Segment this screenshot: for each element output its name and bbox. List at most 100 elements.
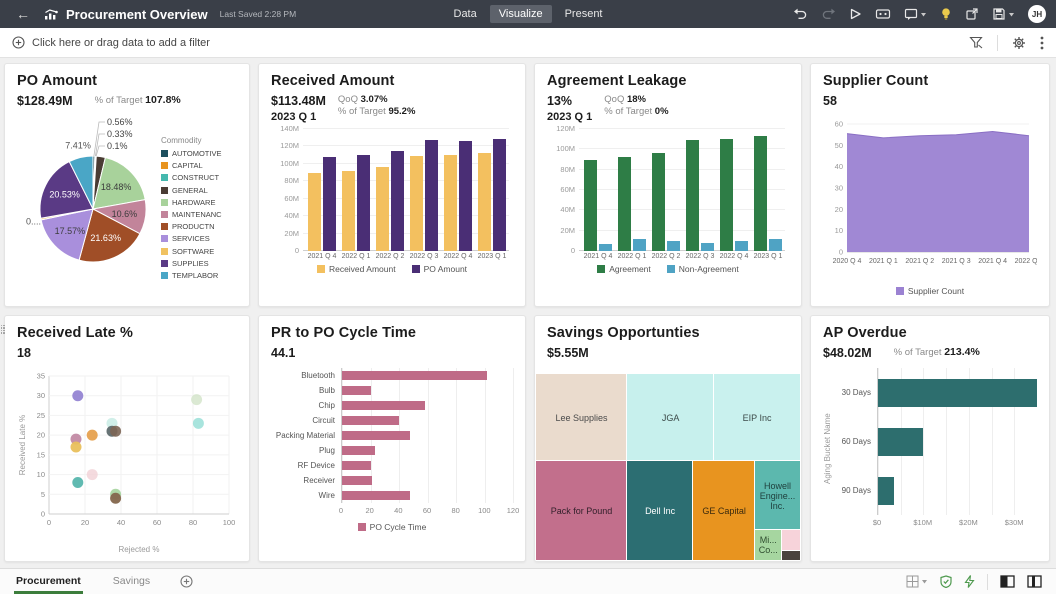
y-axis-labels: BluetoothBulbChipCircuitPacking Material… (271, 368, 341, 518)
bar-packing-material[interactable] (342, 431, 410, 440)
bar-received-amount[interactable] (478, 153, 491, 251)
right-panel-toggle-icon[interactable] (1027, 575, 1042, 588)
filter-icon[interactable] (969, 36, 983, 49)
optimize-icon[interactable] (964, 575, 975, 588)
bar-receiver[interactable] (342, 476, 372, 485)
bar-non-agreement[interactable] (735, 241, 748, 251)
bar-agreement[interactable] (686, 140, 699, 251)
treemap-tile[interactable] (782, 551, 800, 560)
bar-rf-device[interactable] (342, 461, 371, 470)
treemap-tile-eip-inc[interactable]: EIP Inc (714, 374, 800, 461)
bar-agreement[interactable] (584, 160, 597, 252)
bar-received-amount[interactable] (376, 167, 389, 251)
page-tab-procurement[interactable]: Procurement (14, 570, 83, 594)
treemap-tile-mi-co[interactable]: Mi... Co... (755, 530, 781, 560)
treemap-tile-dell-inc[interactable]: Dell Inc (627, 461, 693, 560)
bar-received-amount[interactable] (410, 156, 423, 251)
bar-30-days[interactable] (878, 379, 1037, 407)
bar-90-days[interactable] (878, 477, 894, 505)
avatar[interactable]: JH (1028, 5, 1046, 23)
scatter-point[interactable] (72, 477, 83, 488)
bar-non-agreement[interactable] (769, 239, 782, 251)
bar-non-agreement[interactable] (667, 241, 680, 251)
bar-non-agreement[interactable] (701, 243, 714, 251)
scatter-point[interactable] (193, 418, 204, 429)
area-series[interactable] (847, 132, 1029, 253)
treemap-tile-jga[interactable]: JGA (627, 374, 714, 461)
bar-chip[interactable] (342, 401, 425, 410)
redo-icon[interactable] (821, 7, 836, 21)
bar-po-amount[interactable] (391, 151, 404, 251)
bar-po-amount[interactable] (357, 155, 370, 251)
bar-agreement[interactable] (720, 139, 733, 251)
bar-agreement[interactable] (754, 136, 767, 251)
left-panel-toggle-icon[interactable] (1000, 575, 1015, 588)
card-received-late[interactable]: Received Late % 18 020406080100051015202… (4, 315, 250, 562)
device-preview-icon[interactable] (940, 575, 952, 588)
bar-plug[interactable] (342, 446, 375, 455)
grid-options-icon[interactable] (906, 575, 928, 588)
mode-tab-present[interactable]: Present (556, 5, 612, 23)
card-ap-overdue[interactable]: AP Overdue $48.02M % of Target 213.4% Ag… (810, 315, 1050, 562)
mode-tab-visualize[interactable]: Visualize (490, 5, 552, 23)
open-in-new-icon[interactable] (965, 7, 979, 21)
svg-text:15: 15 (37, 450, 45, 459)
treemap-tile-howell-engine-inc[interactable]: Howell Engine... Inc. (755, 461, 800, 530)
card-savings[interactable]: Savings Opportunties $5.55M Lee Supplies… (534, 315, 802, 562)
bar-received-amount[interactable] (444, 155, 457, 251)
bar-60-days[interactable] (878, 428, 923, 456)
treemap-tile-ge-capital[interactable]: GE Capital (693, 461, 755, 560)
treemap-tile[interactable] (782, 530, 800, 550)
card-supplier-count[interactable]: Supplier Count 58 01020304050602020 Q 42… (810, 63, 1050, 307)
add-page-icon[interactable] (180, 575, 193, 588)
scatter-point[interactable] (87, 430, 98, 441)
scatter-point[interactable] (110, 493, 121, 504)
card-cycle-time[interactable]: PR to PO Cycle Time 44.1 BluetoothBulbCh… (258, 315, 526, 562)
mode-tab-data[interactable]: Data (445, 5, 486, 23)
back-button[interactable]: ← (10, 6, 36, 22)
scatter-point[interactable] (71, 441, 82, 452)
bar-po-amount[interactable] (493, 139, 506, 251)
kebab-menu-icon[interactable] (1040, 36, 1044, 50)
scatter-point[interactable] (191, 394, 202, 405)
legend-item: Non-Agreement (667, 264, 739, 274)
bar-bulb[interactable] (342, 386, 371, 395)
bar-po-amount[interactable] (323, 157, 336, 251)
play-icon[interactable] (849, 7, 862, 21)
treemap-tile-pack-for-pound[interactable]: Pack for Pound (536, 461, 627, 560)
bar-po-amount[interactable] (425, 140, 438, 251)
filter-bar: Click here or drag data to add a filter (0, 28, 1056, 58)
bar-agreement[interactable] (618, 157, 631, 251)
card-agreement-leakage[interactable]: Agreement Leakage 13% 2023 Q 1 QoQ 18% %… (534, 63, 802, 307)
add-filter-button[interactable]: Click here or drag data to add a filter (12, 36, 969, 49)
bar-received-amount[interactable] (342, 171, 355, 251)
bar-circuit[interactable] (342, 416, 399, 425)
legend-label: SERVICES (172, 234, 210, 243)
bar-non-agreement[interactable] (633, 239, 646, 251)
bar-wire[interactable] (342, 491, 410, 500)
comment-icon[interactable] (904, 8, 927, 21)
page-tab-savings[interactable]: Savings (111, 570, 152, 594)
card-po-amount[interactable]: PO Amount $128.49M % of Target 107.8% 18… (4, 63, 250, 307)
svg-text:2021 Q 4: 2021 Q 4 (978, 258, 1007, 265)
bar-received-amount[interactable] (308, 173, 321, 251)
save-icon[interactable] (992, 7, 1015, 21)
legend-label: Received Amount (329, 264, 396, 274)
insight-bulb-icon[interactable] (940, 7, 952, 21)
legend-label: AUTOMOTIVE (172, 149, 221, 158)
bar-agreement[interactable] (652, 153, 665, 251)
scatter-point[interactable] (110, 426, 121, 437)
bar-non-agreement[interactable] (599, 244, 612, 251)
schedule-icon[interactable] (875, 7, 891, 21)
treemap-tile-lee-supplies[interactable]: Lee Supplies (536, 374, 627, 461)
gear-icon[interactable] (1012, 36, 1026, 50)
widget-drag-handle[interactable] (0, 316, 5, 342)
undo-icon[interactable] (793, 7, 808, 21)
scatter-point[interactable] (72, 390, 83, 401)
legend-label: PO Amount (424, 264, 467, 274)
card-received-amount[interactable]: Received Amount $113.48M 2023 Q 1 QoQ 3.… (258, 63, 526, 307)
legend-swatch (358, 523, 366, 531)
bar-po-amount[interactable] (459, 141, 472, 251)
scatter-point[interactable] (87, 469, 98, 480)
bar-bluetooth[interactable] (342, 371, 487, 380)
